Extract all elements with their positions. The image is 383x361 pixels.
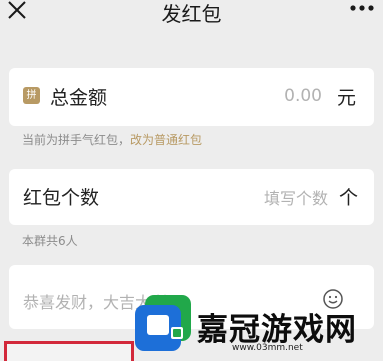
packet-count-row[interactable]: 红包个数 填写个数 个: [9, 169, 374, 225]
more-options-icon[interactable]: [347, 0, 377, 18]
highlight-frame: [4, 341, 134, 361]
lucky-badge-icon: 拼: [23, 87, 40, 104]
watermark-url: www.03mm.net: [232, 343, 303, 353]
total-amount-label: 总金额: [50, 87, 108, 109]
packet-type-hint: 当前为拼手气红包，改为普通红包: [22, 131, 202, 148]
header: 发红包: [0, 0, 383, 34]
packet-count-input[interactable]: 填写个数: [264, 185, 328, 209]
packet-count-unit: 个: [338, 187, 358, 209]
packet-count-label: 红包个数: [23, 187, 100, 209]
total-amount-row[interactable]: 拼 总金额 0.00 元: [9, 68, 374, 126]
switch-to-normal-link[interactable]: 改为普通红包: [130, 133, 202, 147]
amount-input[interactable]: 0.00: [284, 86, 322, 106]
packet-type-hint-text: 当前为拼手气红包，: [22, 133, 131, 147]
page-title: 发红包: [161, 2, 222, 26]
watermark-logo-icon: [135, 295, 191, 351]
amount-unit: 元: [336, 87, 356, 109]
group-size-hint: 本群共6人: [22, 234, 78, 248]
